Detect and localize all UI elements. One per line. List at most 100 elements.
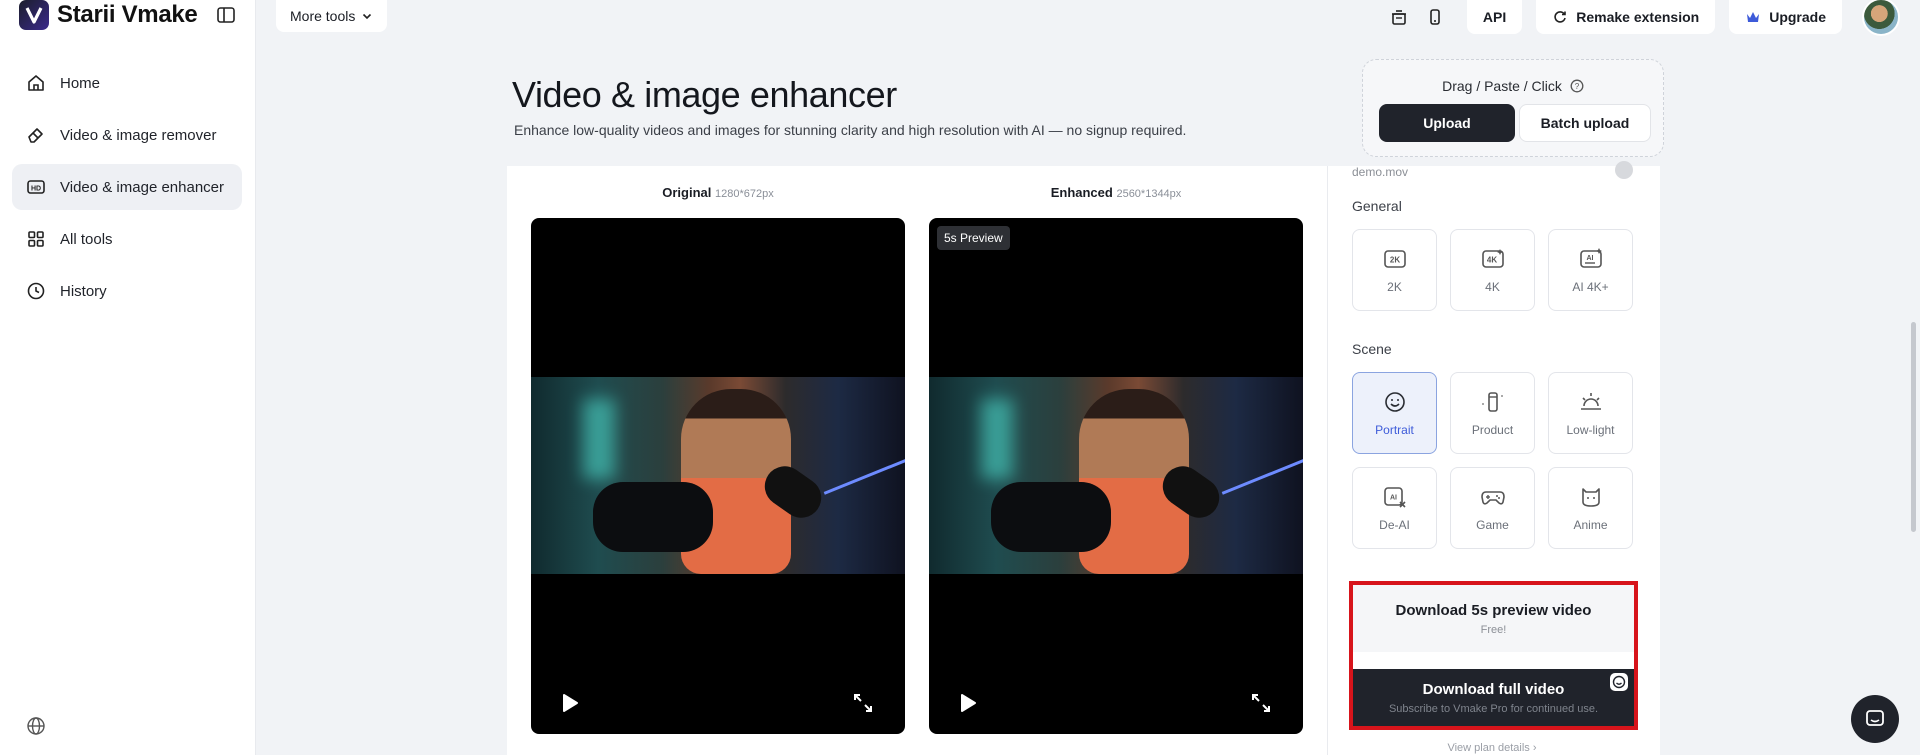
general-heading: General [1352,198,1402,214]
sidebar-item-home[interactable]: Home [12,60,242,106]
home-icon [28,75,44,91]
logo-icon [19,0,49,30]
sidebar-item-label: Video & image remover [60,126,217,144]
remake-extension-label: Remake extension [1576,9,1700,25]
smile-face-icon [1384,392,1405,412]
fullscreen-icon[interactable] [1250,692,1272,714]
more-tools-dropdown[interactable]: More tools [276,0,388,32]
play-icon[interactable] [559,692,581,714]
upload-dropzone[interactable]: Drag / Paste / Click ? Upload Batch uplo… [1362,59,1664,157]
chat-bubble-icon [1866,710,1884,726]
4k-icon: 4K [1481,249,1504,268]
option-4k[interactable]: 4K 4K [1450,229,1535,311]
sidebar-item-label: Video & image enhancer [60,178,225,196]
api-label: API [1482,9,1507,25]
remove-file-icon[interactable] [1615,161,1633,179]
svg-text:2K: 2K [1389,256,1399,265]
sidebar-item-label: History [60,282,107,300]
svg-text:HD: HD [31,186,41,193]
chat-support-button[interactable] [1851,695,1899,743]
scene-portrait[interactable]: Portrait [1352,372,1437,454]
sidebar-item-remover[interactable]: Video & image remover [12,112,242,158]
svg-text:?: ? [1575,82,1580,91]
download-preview-button[interactable]: Download 5s preview video Free! [1353,585,1634,652]
video-frame [531,377,905,574]
option-label: De-AI [1379,518,1410,532]
scene-anime[interactable]: Anime [1548,467,1633,549]
upload-caption-text: Drag / Paste / Click [1442,78,1562,94]
gift-box-icon[interactable] [1381,1,1417,33]
svg-text:AI: AI [1390,495,1397,502]
play-icon[interactable] [957,692,979,714]
clock-icon [27,282,45,300]
pro-badge-icon [1610,673,1628,691]
original-resolution: 1280*672px [715,188,774,200]
sunrise-icon [1580,393,1601,410]
chevron-down-icon [363,13,372,20]
upload-button[interactable]: Upload [1379,104,1515,142]
svg-text:AI: AI [1586,255,1593,262]
download-preview-label: Download 5s preview video [1395,601,1592,619]
original-title: Original [662,185,712,200]
fullscreen-icon[interactable] [852,692,874,714]
app-name: Starii Vmake [57,1,198,28]
2k-icon: 2K [1383,250,1406,268]
mobile-phone-icon[interactable] [1417,1,1453,33]
upgrade-label: Upgrade [1769,9,1826,25]
panel-divider [1327,166,1328,755]
page-scrollbar[interactable] [1911,322,1916,532]
scene-de-ai[interactable]: AI De-AI [1352,467,1437,549]
upload-caption: Drag / Paste / Click ? [1363,78,1663,94]
remake-extension-button[interactable]: Remake extension [1536,0,1716,34]
view-plan-details-link[interactable]: View plan details › [1352,742,1632,754]
help-icon[interactable]: ? [1570,79,1584,93]
enhanced-video-player[interactable]: 5s Preview [929,218,1303,734]
gamepad-icon [1480,491,1505,505]
page-title: Video & image enhancer [512,74,897,115]
scene-game[interactable]: Game [1450,467,1535,549]
batch-upload-button[interactable]: Batch upload [1519,104,1651,142]
sidebar-toggle-icon[interactable] [216,5,236,25]
option-label: Anime [1573,518,1608,532]
option-ai-4k-plus[interactable]: AI AI 4K+ [1548,229,1633,311]
sidebar-item-history[interactable]: History [12,268,242,314]
download-preview-sub: Free! [1480,623,1507,636]
download-highlight-box: Download 5s preview video Free! Download… [1349,581,1638,730]
api-button[interactable]: API [1466,0,1523,34]
anime-bear-icon [1581,488,1600,507]
sidebar-nav: Home Video & image remover HD Video & im… [12,60,242,320]
file-name: demo.mov [1352,165,1409,179]
logo[interactable]: Starii Vmake [19,0,198,30]
hd-icon: HD [27,180,45,194]
preview-badge: 5s Preview [937,226,1010,250]
option-label: AI 4K+ [1572,280,1609,294]
ai-4k-icon: AI [1579,248,1602,268]
option-label: Game [1476,518,1509,532]
grid-icon [28,231,44,247]
video-frame [929,377,1303,574]
sidebar-item-enhancer[interactable]: HD Video & image enhancer [12,164,242,210]
option-2k[interactable]: 2K 2K [1352,229,1437,311]
original-video-player[interactable] [531,218,905,734]
scene-heading: Scene [1352,341,1392,357]
option-label: Portrait [1375,423,1414,437]
scene-product[interactable]: Product [1450,372,1535,454]
crown-icon [1747,12,1760,22]
language-globe-icon[interactable] [25,715,47,737]
download-full-label: Download full video [1422,680,1565,698]
de-ai-icon: AI [1383,487,1406,508]
option-label: Product [1471,423,1514,437]
product-bottle-icon [1481,392,1503,412]
option-label: 2K [1387,280,1402,294]
sidebar: Starii Vmake Home Video & image remover … [0,0,256,755]
sidebar-item-all-tools[interactable]: All tools [12,216,242,262]
user-avatar[interactable] [1862,0,1900,36]
refresh-icon [1554,11,1567,23]
enhanced-label: Enhanced 2560*1344px [929,185,1303,200]
scene-low-light[interactable]: Low-light [1548,372,1633,454]
upgrade-button[interactable]: Upgrade [1729,0,1842,34]
sidebar-item-label: All tools [60,230,113,248]
download-full-button[interactable]: Download full video Subscribe to Vmake P… [1353,669,1634,726]
original-label: Original 1280*672px [531,185,905,200]
eraser-icon [28,128,43,143]
